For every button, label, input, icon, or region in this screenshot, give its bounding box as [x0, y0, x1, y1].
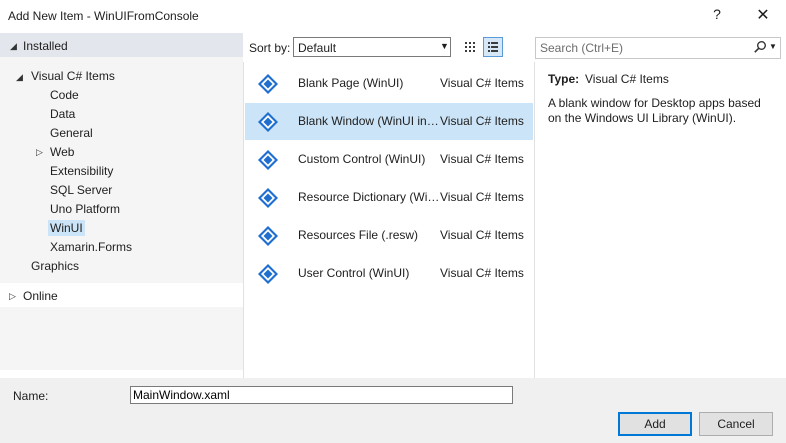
- grid-view-icon: [465, 42, 475, 52]
- cancel-button[interactable]: Cancel: [699, 412, 773, 436]
- template-name: Resources File (.resw): [298, 228, 419, 242]
- tree-item-extensibility[interactable]: Extensibility: [50, 164, 113, 178]
- xaml-template-icon: [258, 188, 278, 208]
- type-label: Type:: [548, 72, 580, 86]
- add-button[interactable]: Add: [618, 412, 692, 436]
- tree-item-code[interactable]: Code: [50, 88, 79, 102]
- template-language: Visual C# Items: [440, 114, 524, 128]
- tree-item-visual-csharp-items[interactable]: Visual C# Items: [31, 69, 115, 83]
- template-language: Visual C# Items: [440, 76, 524, 90]
- name-label: Name:: [13, 389, 49, 403]
- expanded-arrow-icon[interactable]: ◢: [10, 41, 17, 52]
- tree-item-general[interactable]: General: [50, 126, 93, 140]
- template-name: User Control (WinUI): [298, 266, 410, 280]
- search-icon[interactable]: [753, 40, 767, 54]
- template-language: Visual C# Items: [440, 266, 524, 280]
- template-name: Blank Window (WinUI in Desktop): [298, 114, 440, 128]
- type-value: Visual C# Items: [585, 72, 669, 86]
- tree-item-web[interactable]: Web: [50, 145, 74, 159]
- search-options-chevron-icon[interactable]: ▼: [769, 42, 777, 51]
- template-name: Custom Control (WinUI): [298, 152, 426, 166]
- template-list-item[interactable]: User Control (WinUI) Visual C# Items: [245, 255, 533, 292]
- tree-item-data[interactable]: Data: [50, 107, 75, 121]
- xaml-template-icon: [258, 112, 278, 132]
- template-list-item[interactable]: Resources File (.resw) Visual C# Items: [245, 217, 533, 254]
- name-field[interactable]: [130, 386, 513, 404]
- template-language: Visual C# Items: [440, 152, 524, 166]
- tree-item-graphics[interactable]: Graphics: [31, 259, 79, 273]
- template-list-item[interactable]: Blank Window (WinUI in Desktop)Visual C#…: [245, 103, 533, 140]
- divider: [534, 62, 535, 378]
- sort-by-label: Sort by:: [249, 41, 291, 55]
- collapsed-arrow-icon[interactable]: ▷: [36, 147, 43, 158]
- tree-item-installed[interactable]: Installed: [23, 39, 68, 53]
- tree-item-xamarin-forms[interactable]: Xamarin.Forms: [50, 240, 132, 254]
- tree-item-online[interactable]: Online: [23, 289, 58, 303]
- close-button[interactable]: ✕: [754, 5, 772, 25]
- xaml-template-icon: [258, 74, 278, 94]
- tree-item-winui[interactable]: WinUI: [48, 220, 85, 236]
- divider: [243, 62, 244, 378]
- list-view-icon: [488, 42, 498, 52]
- search-input[interactable]: [540, 41, 740, 55]
- list-view-button[interactable]: [483, 37, 503, 57]
- xaml-template-icon: [258, 150, 278, 170]
- window-title: Add New Item - WinUIFromConsole: [8, 9, 199, 23]
- help-button[interactable]: ?: [708, 6, 726, 22]
- grid-view-button[interactable]: [460, 37, 480, 57]
- xaml-template-icon: [258, 226, 278, 246]
- tree-item-sql-server[interactable]: SQL Server: [50, 183, 112, 197]
- template-name: Resource Dictionary (WinUI): [298, 190, 440, 204]
- chevron-down-icon: ▼: [440, 41, 449, 51]
- template-language: Visual C# Items: [440, 228, 524, 242]
- tree-item-uno-platform[interactable]: Uno Platform: [50, 202, 120, 216]
- collapsed-arrow-icon[interactable]: ▷: [9, 291, 16, 302]
- search-box[interactable]: ▼: [535, 37, 781, 59]
- category-tree: [0, 33, 243, 370]
- item-description: A blank window for Desktop apps based on…: [548, 96, 761, 125]
- template-name: Blank Page (WinUI): [298, 76, 404, 90]
- template-list-item[interactable]: Custom Control (WinUI) Visual C# Items: [245, 141, 533, 178]
- template-language: Visual C# Items: [440, 190, 524, 204]
- expanded-arrow-icon[interactable]: ◢: [16, 72, 23, 83]
- xaml-template-icon: [258, 264, 278, 284]
- template-list-item[interactable]: Resource Dictionary (WinUI) Visual C# Ite…: [245, 179, 533, 216]
- sort-value: Default: [298, 41, 337, 55]
- template-list-item[interactable]: Blank Page (WinUI) Visual C# Items: [245, 65, 533, 102]
